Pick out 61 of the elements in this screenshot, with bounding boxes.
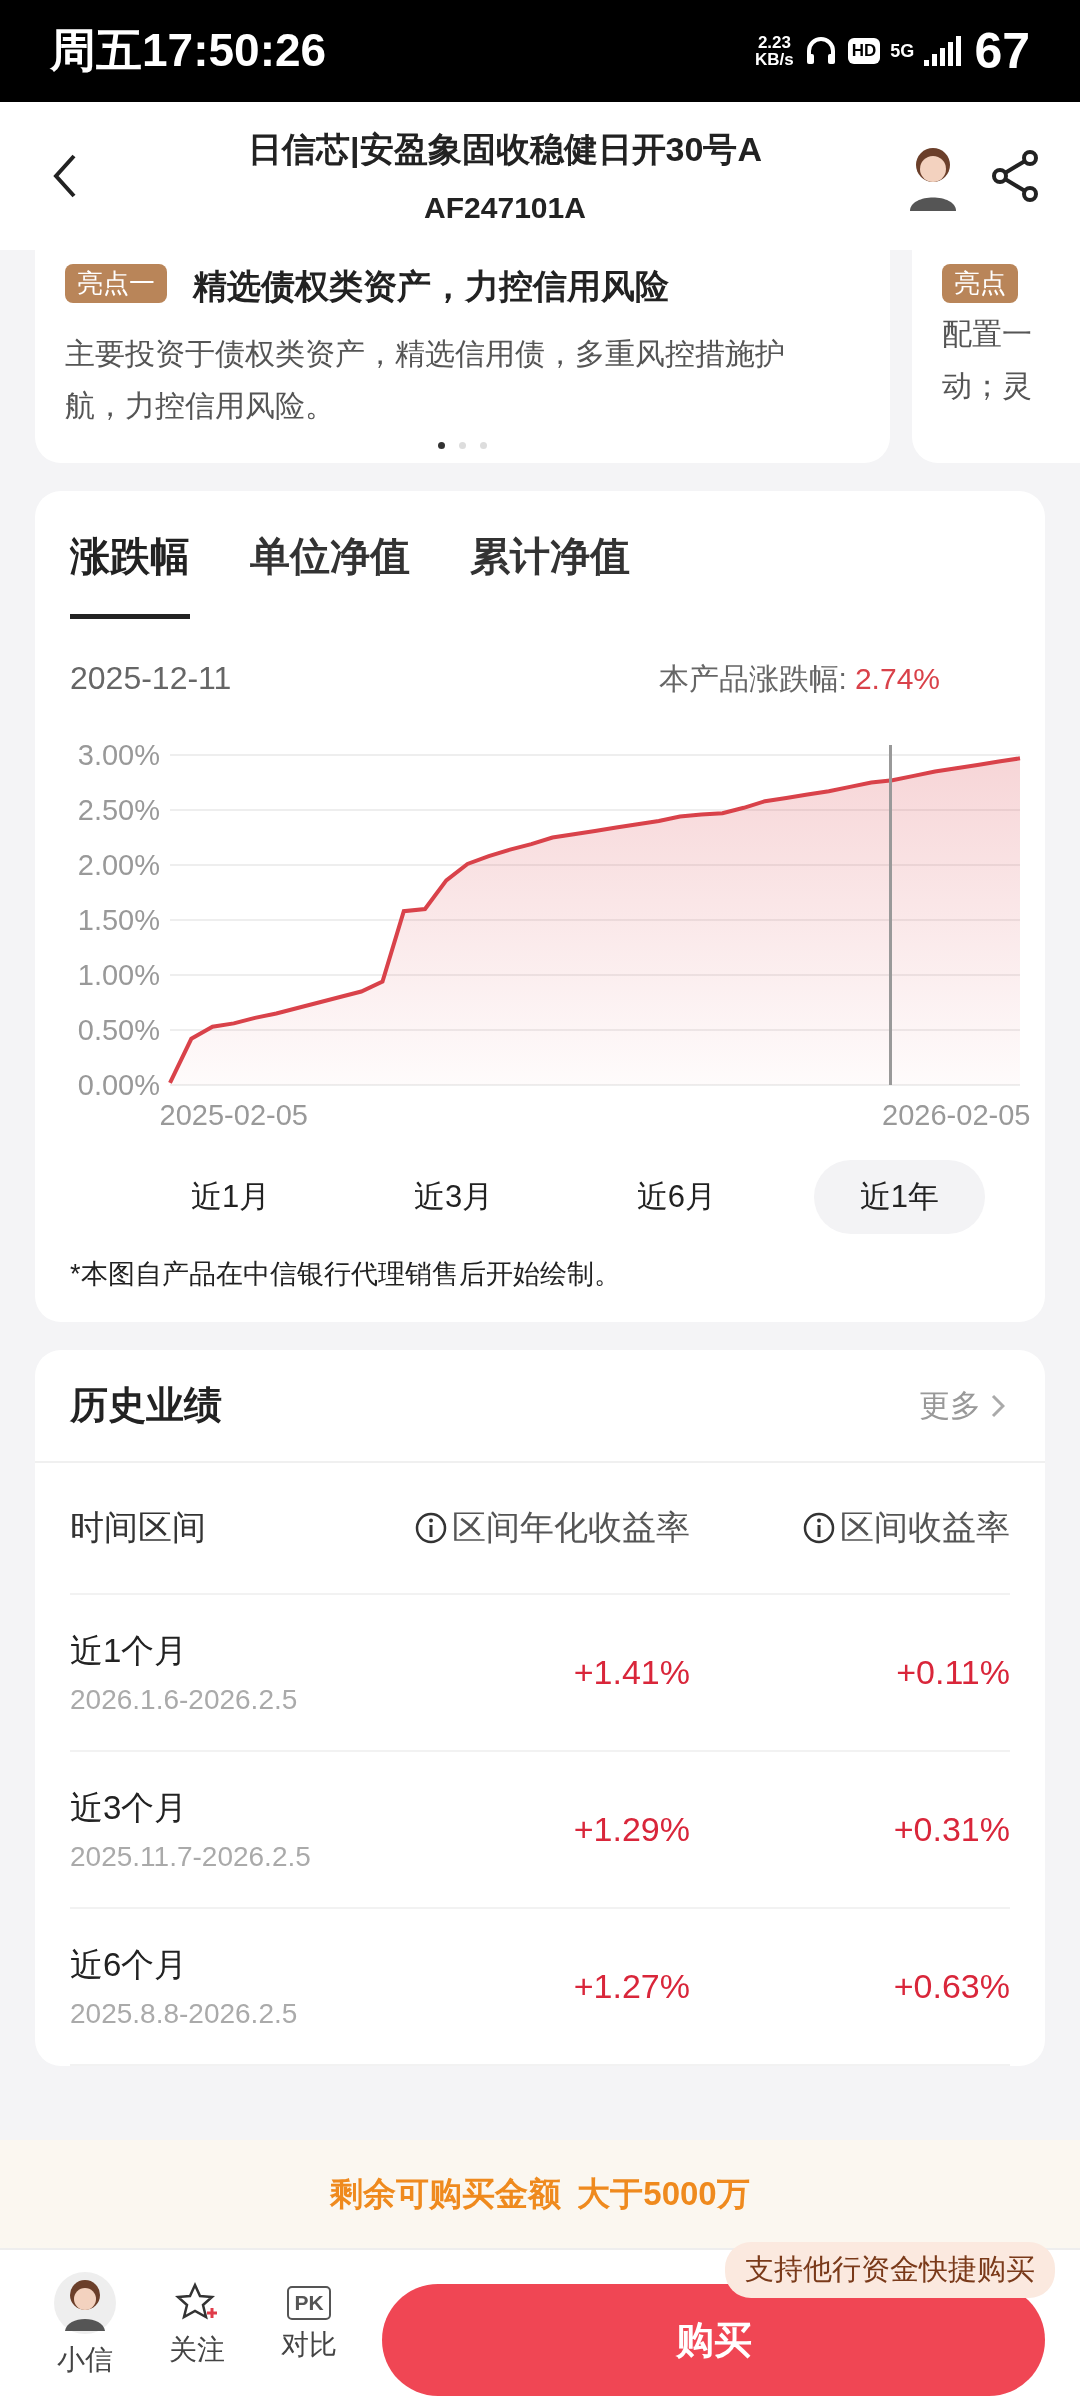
y-axis-label: 3.00% <box>77 739 160 771</box>
period-name: 近1个月 <box>70 1631 189 1671</box>
avatar-icon <box>53 2271 117 2335</box>
product-code: AF247101A <box>424 191 586 225</box>
period-return: +0.11% <box>895 1653 1010 1692</box>
product-title: 日信芯|安盈象固收稳健日开30号A <box>248 129 762 170</box>
buy-button[interactable]: 购买 <box>382 2284 1045 2396</box>
column-header: 时间区间 <box>70 1507 207 1548</box>
chart-footnote: *本图自产品在中信银行代理销售后开始绘制。 <box>70 1258 622 1291</box>
period-button[interactable]: 近3月 <box>367 1160 540 1234</box>
status-time: 周五17:50:26 <box>50 23 327 78</box>
highlight-text: 主要投资于债权类资产，精选信用债，多重风控措施护航，力控信用风险。 <box>65 336 786 424</box>
period-button[interactable]: 近1月 <box>145 1160 317 1234</box>
notice-value: 大于5000万 <box>577 2173 750 2214</box>
info-icon[interactable] <box>414 1511 448 1545</box>
highlight-badge: 亮点一 <box>65 264 167 303</box>
period-name: 近6个月 <box>70 1945 189 1985</box>
highlight-text: 配置一 <box>942 316 1033 352</box>
column-header: 区间收益率 <box>840 1507 1010 1548</box>
y-axis-label: 1.00% <box>77 959 160 991</box>
pk-icon: PK <box>287 2286 331 2320</box>
annualized-return: +1.27% <box>572 1967 690 2006</box>
highlight-badge: 亮点 <box>942 264 1018 303</box>
chart-tab[interactable]: 涨跌幅 <box>70 491 190 619</box>
share-icon[interactable] <box>990 148 1040 204</box>
y-axis-label: 0.50% <box>77 1014 160 1046</box>
chart-tab[interactable]: 累计净值 <box>470 491 630 619</box>
highlight-title: 精选债权类资产，力控信用风险 <box>193 266 669 307</box>
net-speed: 2.23 KB/s <box>755 34 794 68</box>
period-button[interactable]: 近1年 <box>813 1160 985 1234</box>
date-range: 2026.1.6-2026.2.5 <box>70 1684 299 1716</box>
bottom-action[interactable]: 小信 <box>40 2271 130 2379</box>
reading-label: 本产品涨跌幅: <box>658 661 847 697</box>
tooltip: 支持他行资金快捷购买 <box>725 2242 1055 2298</box>
x-axis-label: 2026-02-05 <box>882 1099 1031 1130</box>
info-icon[interactable] <box>802 1511 836 1545</box>
date-range: 2025.11.7-2026.2.5 <box>70 1841 312 1873</box>
period-name: 近3个月 <box>70 1788 189 1828</box>
section-title: 历史业绩 <box>70 1383 223 1428</box>
network-type: 5G <box>890 40 915 62</box>
notice-label: 剩余可购买金额 <box>330 2173 562 2214</box>
highlight-text: 动；灵 <box>942 368 1033 404</box>
period-button[interactable]: 近6月 <box>590 1160 763 1234</box>
column-header: 区间年化收益率 <box>452 1507 690 1548</box>
hd-badge: HD <box>847 38 881 64</box>
chart-tab[interactable]: 单位净值 <box>250 491 410 619</box>
y-axis-label: 2.00% <box>77 849 160 881</box>
cursor-date: 2025-12-11 <box>70 660 233 697</box>
bottom-action[interactable]: PK 对比 <box>264 2286 354 2364</box>
y-axis-label: 0.00% <box>77 1069 160 1101</box>
x-axis-label: 2025-02-05 <box>159 1099 308 1130</box>
date-range: 2025.8.8-2026.2.5 <box>70 1998 299 2030</box>
bottom-action[interactable]: 关注 <box>152 2281 242 2369</box>
annualized-return: +1.29% <box>572 1810 690 1849</box>
y-axis-label: 2.50% <box>77 794 160 826</box>
period-return: +0.31% <box>892 1810 1010 1849</box>
annualized-return: +1.41% <box>572 1653 690 1692</box>
reading-value: 2.74% <box>854 662 940 696</box>
y-axis-label: 1.50% <box>77 904 160 936</box>
period-return: +0.63% <box>892 1967 1010 2006</box>
battery-level: 67 <box>974 22 1030 80</box>
